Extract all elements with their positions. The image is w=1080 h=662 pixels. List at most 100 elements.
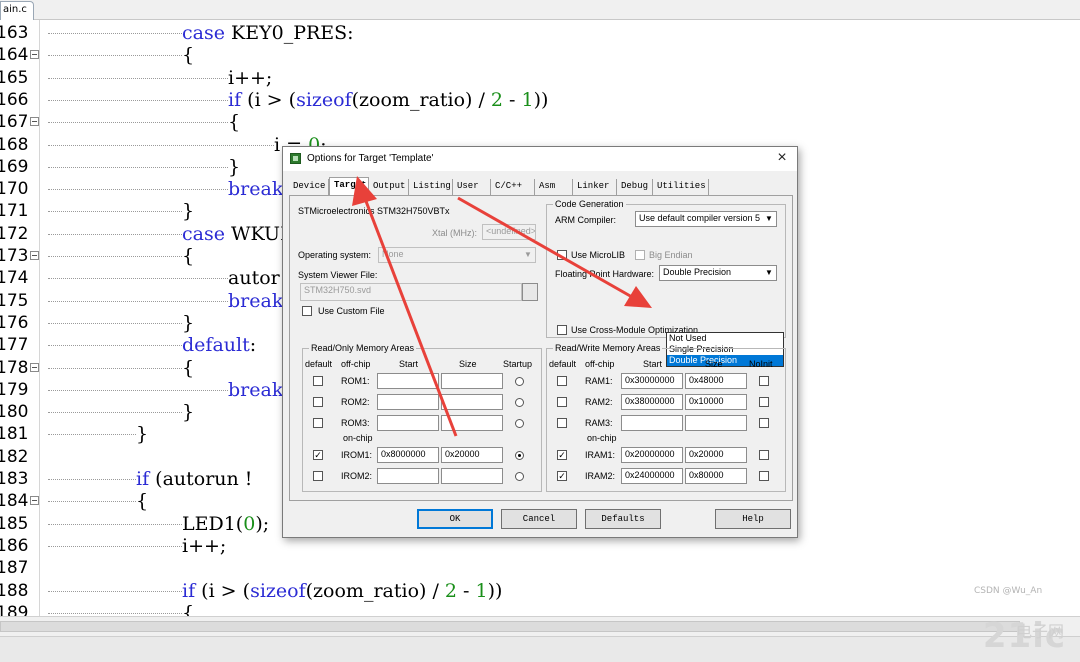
chevron-down-icon: ▼ (524, 250, 532, 259)
line-number: 171 (0, 201, 29, 222)
big-endian-checkbox[interactable] (635, 250, 645, 260)
code-line[interactable]: 167 { (0, 111, 1080, 133)
code-number: 2 (490, 88, 503, 111)
rom-size-input[interactable] (441, 415, 503, 431)
ram-start-input[interactable]: 0x30000000 (621, 373, 683, 389)
fp-hardware-select[interactable]: Double Precision ▼ (659, 265, 777, 281)
scrollbar-track[interactable] (0, 621, 1020, 632)
rom-size-input[interactable] (441, 394, 503, 410)
code-line[interactable]: 189 { (0, 602, 1080, 616)
rom-start-input[interactable] (377, 468, 439, 484)
tab-output[interactable]: Output (369, 179, 409, 195)
ram-size-input[interactable]: 0x10000 (685, 394, 747, 410)
ram-size-input[interactable]: 0x48000 (685, 373, 747, 389)
ram-noinit-checkbox[interactable] (759, 471, 769, 481)
rom-startup-radio[interactable] (515, 451, 524, 460)
rom-start-input[interactable]: 0x8000000 (377, 447, 439, 463)
rom-startup-radio[interactable] (515, 419, 524, 428)
use-microlib-checkbox[interactable] (557, 250, 567, 260)
code-text: { (182, 44, 194, 66)
tab-listing[interactable]: Listing (409, 179, 453, 195)
line-number: 173 (0, 246, 29, 266)
ram-start-input[interactable] (621, 415, 683, 431)
ram-default-checkbox[interactable] (557, 376, 567, 386)
ram-default-checkbox[interactable] (557, 418, 567, 428)
fp-option-not-used[interactable]: Not Used (667, 333, 783, 344)
help-button[interactable]: Help (715, 509, 791, 529)
ram-noinit-checkbox[interactable] (759, 376, 769, 386)
dialog-titlebar[interactable]: Options for Target 'Template' × (283, 147, 797, 171)
ram-noinit-checkbox[interactable] (759, 397, 769, 407)
rom-start-input[interactable] (377, 373, 439, 389)
rom-default-checkbox[interactable] (313, 376, 323, 386)
fold-collapse-icon[interactable] (30, 117, 39, 127)
rom-startup-radio[interactable] (515, 377, 524, 386)
fold-collapse-icon[interactable] (30, 496, 39, 506)
rom-size-input[interactable]: 0x20000 (441, 447, 503, 463)
code-line[interactable]: 188 if (i > (sizeof(zoom_ratio) / 2 - 1)) (0, 580, 1080, 602)
tab-device[interactable]: Device (289, 179, 329, 195)
code-line[interactable]: 187 (0, 557, 1080, 579)
code-line[interactable]: 165 i++; (0, 67, 1080, 89)
os-select[interactable]: None ▼ (378, 247, 536, 263)
rom-default-checkbox[interactable] (313, 471, 323, 481)
defaults-button[interactable]: Defaults (585, 509, 661, 529)
close-icon[interactable]: × (773, 149, 791, 167)
ram-default-checkbox[interactable]: ✓ (557, 450, 567, 460)
code-line[interactable]: 166 if (i > (sizeof(zoom_ratio) / 2 - 1)) (0, 89, 1080, 111)
code-line[interactable]: 186 i++; (0, 535, 1080, 557)
tab-target[interactable]: Target (329, 177, 369, 196)
horizontal-scrollbar[interactable] (0, 616, 1080, 636)
rom-size-input[interactable] (441, 373, 503, 389)
ram-default-checkbox[interactable] (557, 397, 567, 407)
ok-button[interactable]: OK (417, 509, 493, 529)
code-fragment: { (228, 111, 241, 134)
rom-startup-radio[interactable] (515, 472, 524, 481)
code-text: case KEY0_PRES: (182, 22, 354, 44)
tab-c-cpp[interactable]: C/C++ (491, 179, 535, 195)
rom-size-input[interactable] (441, 468, 503, 484)
rom-start-input[interactable] (377, 394, 439, 410)
dialog-title: Options for Target 'Template' (307, 153, 434, 164)
fold-collapse-icon[interactable] (30, 50, 39, 60)
code-keyword: default (182, 334, 250, 357)
rom-start-input[interactable] (377, 415, 439, 431)
ram-size-input[interactable]: 0x80000 (685, 468, 747, 484)
ram-noinit-checkbox[interactable] (759, 418, 769, 428)
rom-default-checkbox[interactable] (313, 397, 323, 407)
code-fragment: } (228, 155, 241, 178)
ram-start-input[interactable]: 0x38000000 (621, 394, 683, 410)
tab-utilities[interactable]: Utilities (653, 179, 709, 195)
tab-user[interactable]: User (453, 179, 491, 195)
xtal-input[interactable]: <undefined> (482, 224, 536, 240)
ram-size-input[interactable]: 0x20000 (685, 447, 747, 463)
fold-collapse-icon[interactable] (30, 251, 39, 260)
tab-asm[interactable]: Asm (535, 179, 573, 195)
use-custom-file-checkbox[interactable] (302, 306, 312, 316)
tab-linker[interactable]: Linker (573, 179, 617, 195)
code-line[interactable]: 164 { (0, 44, 1080, 66)
ram-start-input[interactable]: 0x20000000 (621, 447, 683, 463)
ram-default-checkbox[interactable]: ✓ (557, 471, 567, 481)
indent-guide (48, 434, 136, 436)
code-text: { (228, 111, 240, 133)
cross-module-checkbox[interactable] (557, 325, 567, 335)
browse-svf-button[interactable] (522, 283, 538, 301)
cancel-button[interactable]: Cancel (501, 509, 577, 529)
tab-debug[interactable]: Debug (617, 179, 653, 195)
ram-noinit-checkbox[interactable] (759, 450, 769, 460)
code-text: } (182, 312, 194, 334)
ram-size-input[interactable] (685, 415, 747, 431)
rom-startup-radio[interactable] (515, 398, 524, 407)
file-tab-main-c[interactable]: ain.c (0, 1, 34, 20)
rom-default-checkbox[interactable] (313, 418, 323, 428)
code-line[interactable]: 163 case KEY0_PRES: (0, 22, 1080, 44)
fold-collapse-icon[interactable] (30, 362, 39, 372)
svf-input[interactable]: STM32H750.svd (300, 283, 522, 301)
arm-compiler-select[interactable]: Use default compiler version 5 ▼ (635, 211, 777, 227)
rom-header-offchip: off-chip (341, 359, 371, 369)
indent-guide (48, 479, 136, 480)
rom-default-checkbox[interactable]: ✓ (313, 450, 323, 460)
ram-start-input[interactable]: 0x24000000 (621, 468, 683, 484)
line-number: 169 (0, 156, 29, 177)
